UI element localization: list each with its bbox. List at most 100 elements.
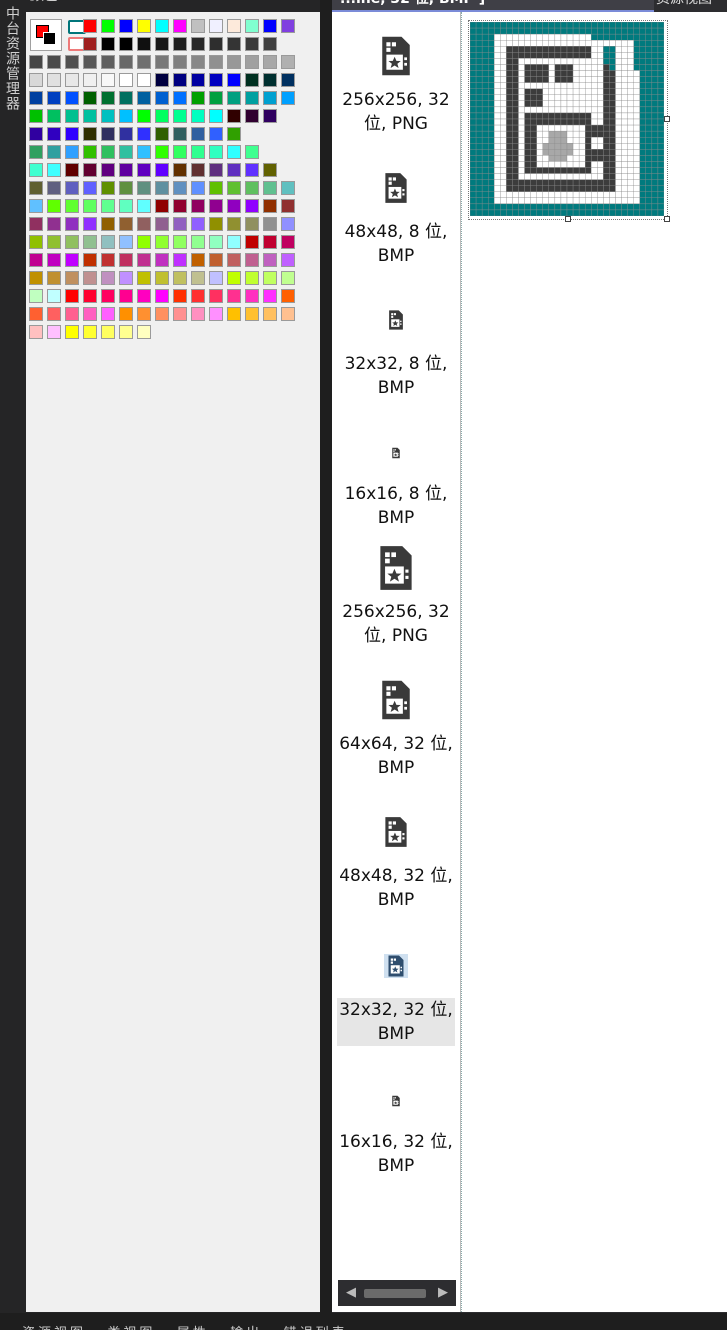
pixel[interactable] xyxy=(518,94,525,101)
pixel[interactable] xyxy=(578,64,586,71)
pixel[interactable] xyxy=(554,149,562,156)
pixel[interactable] xyxy=(651,209,659,216)
palette-swatch[interactable] xyxy=(119,55,133,69)
pixel[interactable] xyxy=(548,76,556,83)
pixel[interactable] xyxy=(651,155,659,162)
pixel[interactable] xyxy=(530,191,537,198)
pixel[interactable] xyxy=(585,167,592,174)
pixel[interactable] xyxy=(494,112,501,120)
palette-swatch[interactable] xyxy=(173,145,187,159)
palette-swatch[interactable] xyxy=(155,127,169,141)
palette-swatch[interactable] xyxy=(263,91,277,105)
palette-swatch[interactable] xyxy=(173,37,187,51)
tab-controls[interactable]: ⊥✕ xyxy=(607,0,648,4)
palette-swatch[interactable] xyxy=(263,55,277,69)
pixel[interactable] xyxy=(585,203,592,211)
pixel[interactable] xyxy=(524,27,531,35)
pixel[interactable] xyxy=(560,149,568,156)
pixel[interactable] xyxy=(560,40,568,47)
pixel[interactable] xyxy=(475,76,483,83)
pixel[interactable] xyxy=(542,112,549,120)
pixel[interactable] xyxy=(585,106,592,114)
pixel[interactable] xyxy=(621,209,628,216)
pixel[interactable] xyxy=(627,161,634,168)
pixel[interactable] xyxy=(475,70,483,77)
pixel[interactable] xyxy=(536,149,543,156)
palette-swatch[interactable] xyxy=(83,235,97,249)
pixel[interactable] xyxy=(621,167,628,174)
pixel[interactable] xyxy=(524,106,531,114)
pixel[interactable] xyxy=(651,94,659,101)
pixel[interactable] xyxy=(591,124,598,132)
palette-swatch[interactable] xyxy=(209,37,223,51)
pixel[interactable] xyxy=(621,64,628,71)
palette-swatch[interactable] xyxy=(47,253,61,267)
pixel[interactable] xyxy=(572,185,580,192)
pixel[interactable] xyxy=(572,76,580,83)
pixel[interactable] xyxy=(651,27,659,35)
pixel[interactable] xyxy=(494,161,501,168)
pixel[interactable] xyxy=(488,82,495,89)
pixel[interactable] xyxy=(494,137,501,144)
pixel[interactable] xyxy=(530,100,537,108)
pixel[interactable] xyxy=(657,70,664,77)
pixel[interactable] xyxy=(524,143,531,150)
palette-swatch[interactable] xyxy=(65,91,79,105)
pixel[interactable] xyxy=(536,22,543,29)
palette-swatch[interactable] xyxy=(47,109,61,123)
pixel-canvas[interactable] xyxy=(470,22,664,216)
pixel[interactable] xyxy=(566,22,574,29)
pixel[interactable] xyxy=(633,149,640,156)
pixel[interactable] xyxy=(627,118,634,126)
pixel[interactable] xyxy=(512,118,519,126)
pixel[interactable] xyxy=(627,100,634,108)
pixel[interactable] xyxy=(615,167,622,174)
pixel[interactable] xyxy=(494,88,501,95)
pixel[interactable] xyxy=(500,203,507,211)
palette-swatch[interactable] xyxy=(155,145,169,159)
pixel[interactable] xyxy=(488,155,495,162)
palette-swatch[interactable] xyxy=(101,217,115,231)
palette-swatch[interactable] xyxy=(83,181,97,195)
pixel[interactable] xyxy=(657,191,664,198)
pixel[interactable] xyxy=(591,155,598,162)
pixel[interactable] xyxy=(470,112,477,120)
pixel[interactable] xyxy=(530,173,537,180)
pixel[interactable] xyxy=(651,40,659,47)
pixel[interactable] xyxy=(639,155,646,162)
palette-swatch[interactable] xyxy=(155,199,169,213)
pixel[interactable] xyxy=(488,52,495,59)
pixel[interactable] xyxy=(572,52,580,59)
pixel[interactable] xyxy=(645,209,653,216)
palette-swatch[interactable] xyxy=(191,289,205,303)
pixel[interactable] xyxy=(542,179,549,186)
pixel[interactable] xyxy=(621,52,628,59)
palette-swatch[interactable] xyxy=(245,217,259,231)
pixel[interactable] xyxy=(597,106,604,114)
pixel[interactable] xyxy=(651,100,659,108)
pixel[interactable] xyxy=(627,112,634,120)
pixel[interactable] xyxy=(566,58,574,65)
pixel[interactable] xyxy=(591,161,598,168)
pixel[interactable] xyxy=(639,88,646,95)
pixel[interactable] xyxy=(597,118,604,126)
pixel[interactable] xyxy=(609,94,616,101)
pixel[interactable] xyxy=(609,27,616,35)
pixel[interactable] xyxy=(512,88,519,95)
pixel[interactable] xyxy=(560,112,568,120)
palette-swatch[interactable] xyxy=(137,163,151,177)
pixel[interactable] xyxy=(566,46,574,53)
pixel[interactable] xyxy=(512,33,519,41)
pixel[interactable] xyxy=(591,209,598,216)
pixel[interactable] xyxy=(566,33,574,41)
pixel[interactable] xyxy=(481,22,489,29)
pixel[interactable] xyxy=(554,58,562,65)
palette-swatch[interactable] xyxy=(245,181,259,195)
pixel[interactable] xyxy=(591,82,598,89)
pixel[interactable] xyxy=(524,137,531,144)
palette-swatch[interactable] xyxy=(137,73,151,87)
pixel[interactable] xyxy=(554,76,562,83)
palette-swatch[interactable] xyxy=(173,127,187,141)
pixel[interactable] xyxy=(494,173,501,180)
pixel[interactable] xyxy=(609,167,616,174)
